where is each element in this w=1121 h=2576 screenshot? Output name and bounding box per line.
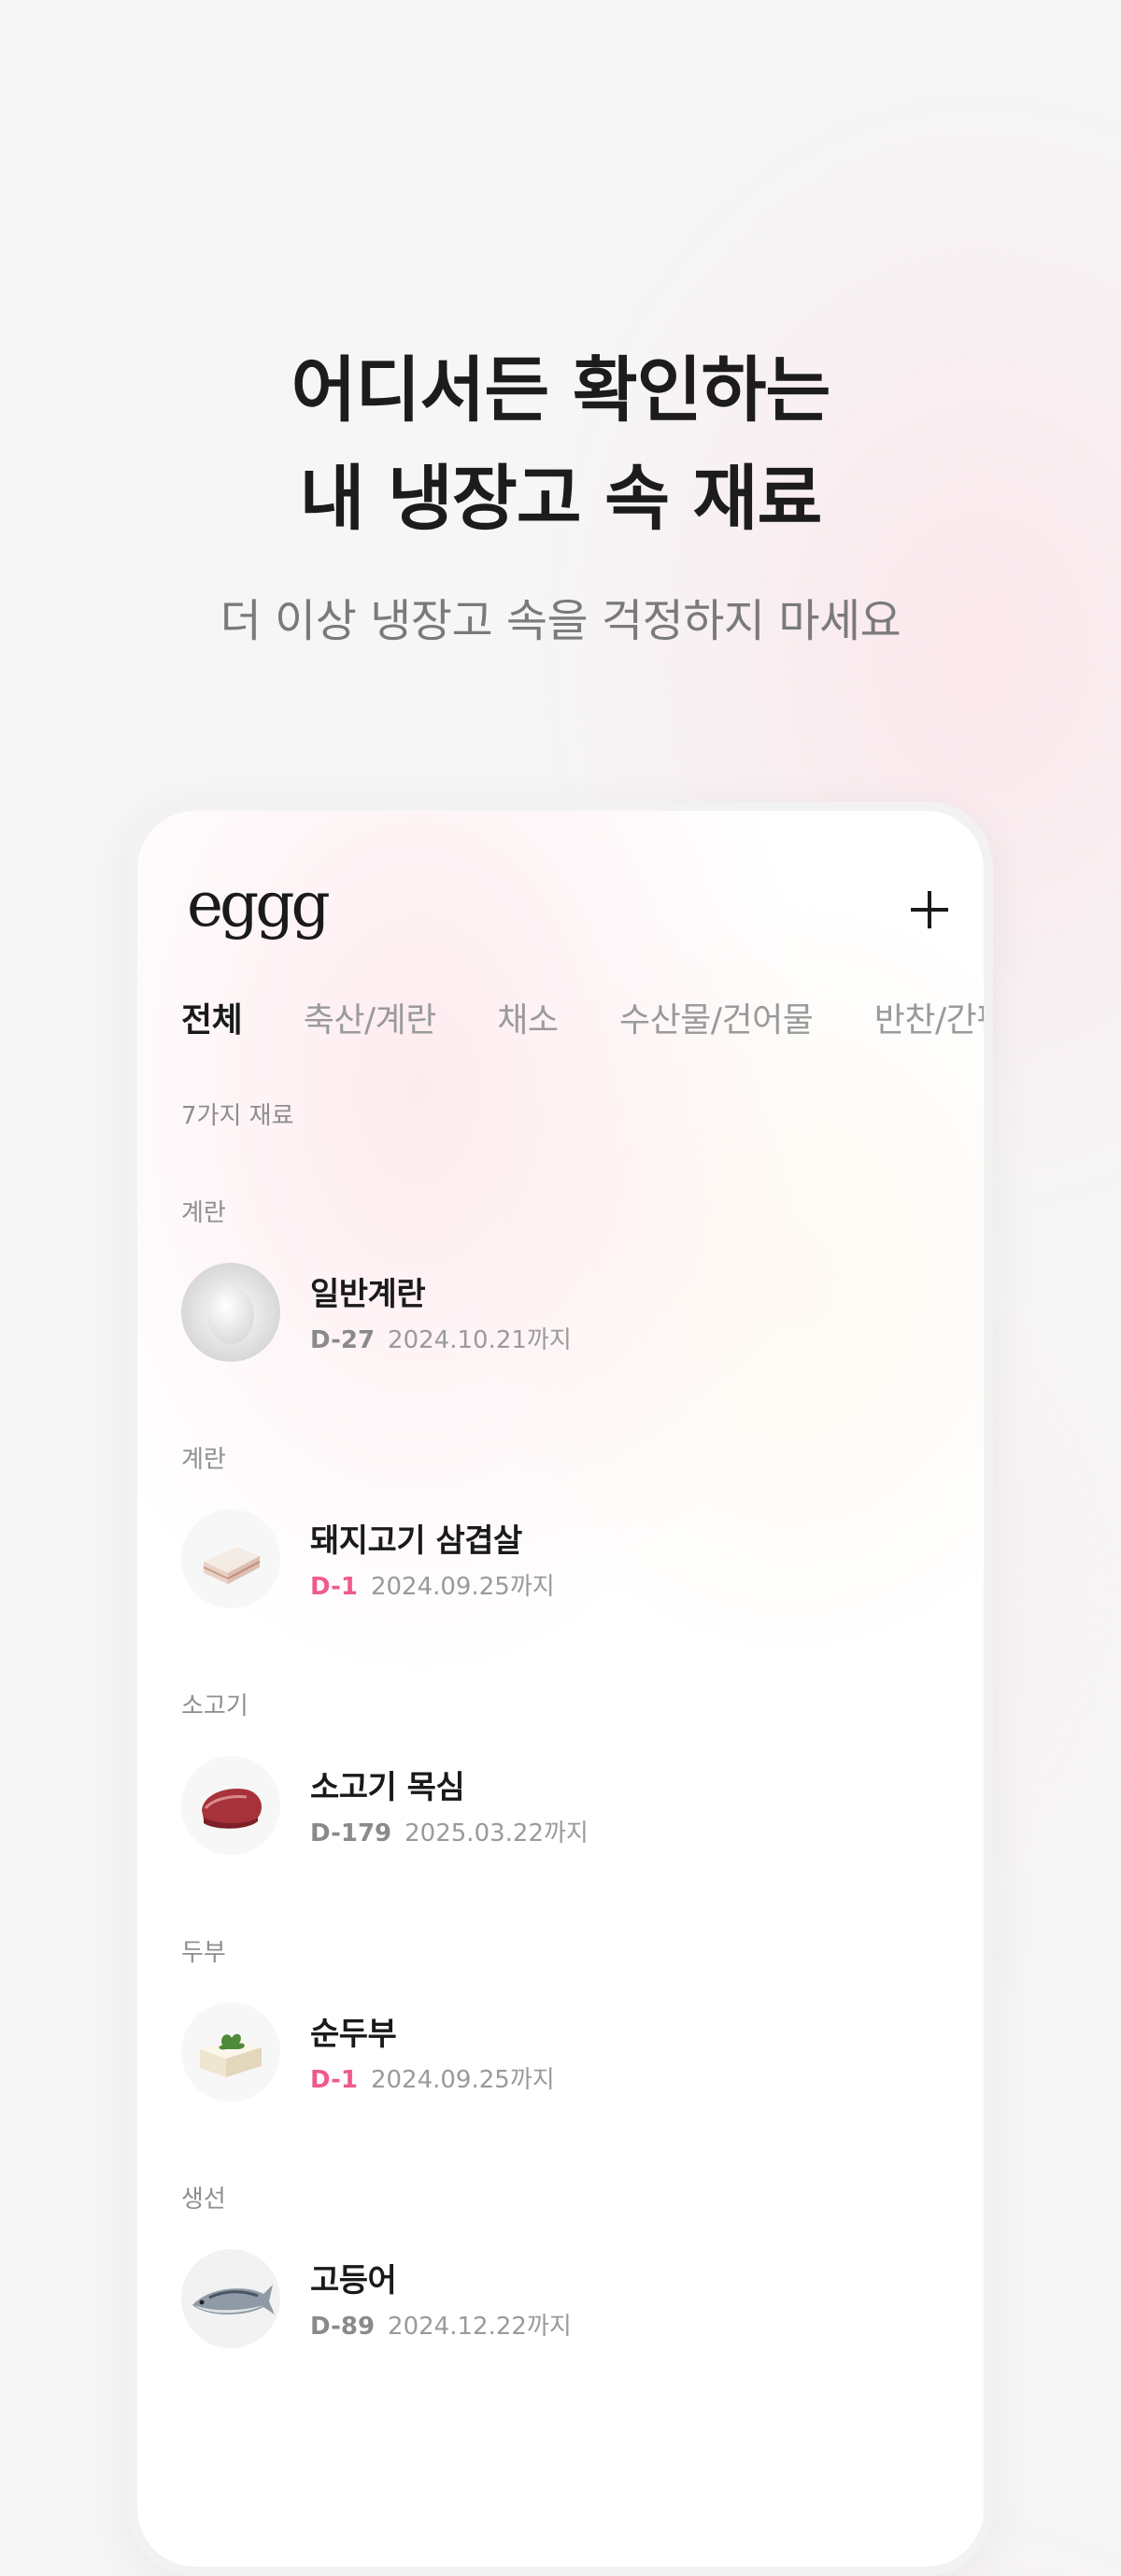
list-item[interactable]: 돼지고기 삼겹살 D-1 2024.09.25까지: [181, 1509, 929, 1612]
dday-badge: D-1: [310, 2066, 358, 2094]
headline: 어디서든 확인하는 내 냉장고 속 재료: [0, 336, 1121, 553]
list-item[interactable]: 고등어 D-89 2024.12.22까지: [181, 2249, 929, 2352]
tab-side-dishes[interactable]: 반찬/간편식: [874, 998, 984, 1044]
list-item[interactable]: 소고기 목심 D-179 2025.03.22까지: [181, 1756, 929, 1859]
subheadline: 더 이상 냉장고 속을 걱정하지 마세요: [220, 595, 901, 647]
category-tabs: 전체 축산/계란 채소 수산물/건어물 반찬/간편식: [181, 998, 984, 1044]
item-name: 고등어: [310, 2262, 397, 2300]
expiry-date: 2025.03.22까지: [404, 1819, 589, 1847]
tab-all[interactable]: 전체: [181, 998, 243, 1044]
category-label: 계란: [181, 1446, 226, 1474]
category-label: 생선: [181, 2186, 226, 2214]
egg-icon: [181, 1263, 280, 1362]
dday-badge: D-27: [310, 1326, 376, 1354]
category-label: 계란: [181, 1199, 226, 1227]
app-screen: eggg 전체 축산/계란 채소 수산물/건어물 반찬/간편식 7가지 재료 계…: [137, 811, 984, 2567]
list-section: 두부 순두부 D-1 2024.09.25까지: [137, 1933, 984, 2180]
mackerel-icon: [181, 2249, 280, 2348]
dday-badge: D-179: [310, 1819, 392, 1847]
beef-icon: [181, 1756, 280, 1855]
list-section: 소고기 소고기 목심 D-179 2025.03.22까지: [137, 1687, 984, 1933]
list-item[interactable]: 일반계란 D-27 2024.10.21까지: [181, 1263, 929, 1366]
item-name: 일반계란: [310, 1276, 426, 1313]
item-expiry: D-1 2024.09.25까지: [310, 2060, 555, 2095]
category-label: 두부: [181, 1939, 226, 1967]
expiry-date: 2024.09.25까지: [370, 2066, 555, 2094]
tab-meat-egg[interactable]: 축산/계란: [304, 998, 437, 1044]
ingredient-list: 계란 일반계란 D-27 2024.10.21까지 계란 돼지고기 삼겹살 D-…: [137, 1194, 984, 2427]
category-label: 소고기: [181, 1692, 248, 1720]
expiry-date: 2024.09.25까지: [370, 1573, 555, 1601]
ingredient-count: 7가지 재료: [181, 1102, 294, 1130]
list-item[interactable]: 순두부 D-1 2024.09.25까지: [181, 2003, 929, 2105]
item-name: 소고기 목심: [310, 1769, 465, 1806]
list-section: 생선 고등어 D-89 2024.12.22까지: [137, 2180, 984, 2427]
list-section: 계란 일반계란 D-27 2024.10.21까지: [137, 1194, 984, 1440]
pork-belly-icon: [181, 1509, 280, 1608]
item-name: 순두부: [310, 2016, 397, 2053]
item-expiry: D-179 2025.03.22까지: [310, 1814, 589, 1848]
item-expiry: D-27 2024.10.21까지: [310, 1321, 572, 1355]
item-expiry: D-1 2024.09.25까지: [310, 1567, 555, 1602]
tofu-icon: [181, 2003, 280, 2102]
phone-frame: eggg 전체 축산/계란 채소 수산물/건어물 반찬/간편식 7가지 재료 계…: [128, 801, 993, 2576]
app-logo: eggg: [187, 869, 331, 941]
expiry-date: 2024.10.21까지: [388, 1326, 572, 1354]
item-expiry: D-89 2024.12.22까지: [310, 2307, 572, 2342]
tab-seafood[interactable]: 수산물/건어물: [619, 998, 814, 1044]
plus-icon[interactable]: [911, 891, 948, 928]
list-section: 계란 돼지고기 삼겹살 D-1 2024.09.25까지: [137, 1440, 984, 1687]
tab-vegetables[interactable]: 채소: [497, 998, 559, 1044]
headline-line-2: 내 냉장고 속 재료: [299, 457, 823, 540]
dday-badge: D-89: [310, 2313, 376, 2341]
headline-line-1: 어디서든 확인하는: [291, 348, 831, 432]
item-name: 돼지고기 삼겹살: [310, 1522, 522, 1560]
dday-badge: D-1: [310, 1573, 358, 1601]
expiry-date: 2024.12.22까지: [388, 2313, 572, 2341]
